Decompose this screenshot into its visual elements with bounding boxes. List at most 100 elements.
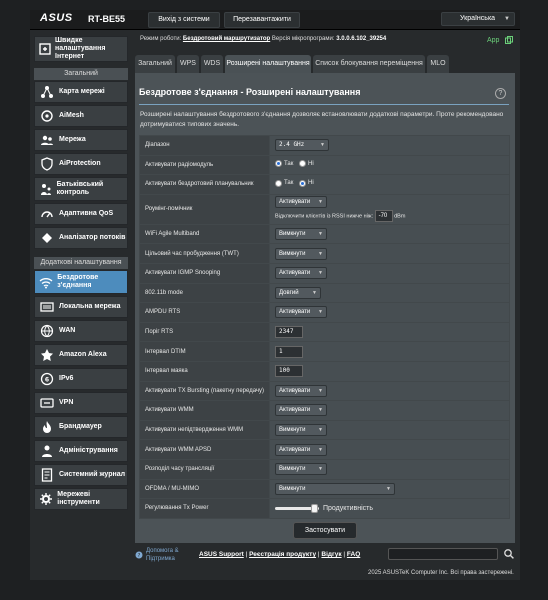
footer-link-faq[interactable]: FAQ [347, 551, 360, 558]
sidebar-item-label: Адаптивна QoS [59, 210, 114, 217]
ampdu-value: Активувати [279, 309, 311, 316]
reboot-button[interactable]: Перезавантажити [224, 12, 300, 28]
tab-roaming-block-list[interactable]: Список блокування переміщення [313, 55, 425, 73]
sidebar-item-aiprotection[interactable]: AiProtection [34, 153, 128, 175]
scheduler-yes-option[interactable]: Так [275, 179, 294, 187]
aimesh-icon [38, 107, 56, 125]
airtime-label: Розподіл часу трансляції [139, 458, 270, 480]
scheduler-no-option[interactable]: Ні [299, 179, 314, 187]
sidebar-item-label: VPN [59, 399, 74, 406]
app-link[interactable]: App [487, 36, 514, 44]
sidebar-item-firewall[interactable]: Брандмауер [34, 416, 128, 438]
sidebar-item-quick-setup[interactable]: Швидке налаштування Інтернет [34, 36, 128, 62]
multiband-select[interactable]: Вимкнути ▼ [275, 228, 327, 241]
sidebar-item-network-map[interactable]: Карта мережі [34, 81, 128, 103]
radio-no-button[interactable] [299, 160, 307, 168]
footer-search-input[interactable] [388, 548, 498, 560]
igmp-value: Активувати [279, 270, 311, 277]
sidebar-item-network-tools[interactable]: Мережеві інструменти [34, 488, 128, 510]
scheduler-no-button[interactable] [299, 179, 307, 187]
sidebar-item-label: Адміністрування [59, 447, 118, 454]
sidebar-item-network[interactable]: Мережа [34, 129, 128, 151]
tab-general[interactable]: Загальний [135, 55, 175, 73]
footer-link-asus-support[interactable]: ASUS Support [199, 551, 244, 558]
tab-mlo[interactable]: MLO [427, 55, 449, 73]
model-name: RT-BE55 [88, 14, 126, 24]
sidebar-item-vpn[interactable]: VPN [34, 392, 128, 414]
search-icon[interactable] [503, 548, 515, 560]
igmp-select[interactable]: Активувати ▼ [275, 267, 327, 280]
setting-row-wmm-apsd: Активувати WMM APSD Активувати ▼ [139, 439, 510, 460]
setting-row-band: Діапазон 2.4 GHz ▼ [139, 135, 510, 156]
radio-label: Активувати радіомодуль [139, 154, 270, 176]
sidebar-item-aimesh[interactable]: AiMesh [34, 105, 128, 127]
txpower-slider[interactable] [275, 503, 319, 513]
radio-yes-button[interactable] [275, 160, 282, 168]
ofdma-select[interactable]: Вимкнути ▼ [275, 482, 395, 495]
firewall-icon [38, 418, 56, 436]
tx-burst-value: Активувати [279, 387, 311, 394]
apply-button[interactable]: Застосувати [293, 522, 357, 539]
sidebar-item-lan[interactable]: Локальна мережа [34, 296, 128, 318]
language-select[interactable]: Українська ▼ [441, 12, 515, 26]
ampdu-label: AMPDU RTS [139, 302, 270, 323]
radio-yes-label: Так [284, 160, 294, 167]
setting-row-scheduler: Активувати бездротовий планувальник Так … [139, 174, 510, 195]
mode-link[interactable]: Бездротовий маршрутизатор [183, 36, 270, 42]
wmm-noack-select[interactable]: Вимкнути ▼ [275, 424, 327, 437]
tab-wds[interactable]: WDS [201, 55, 223, 73]
setting-row-txpower: Регулювання Tx Power Продуктивність [139, 498, 510, 519]
alexa-icon [38, 346, 56, 364]
setting-row-twt: Цільовий час пробудження (TWT) Вимкнути ▼ [139, 243, 510, 264]
b-mode-select[interactable]: Довгий ▼ [275, 286, 321, 299]
sidebar-item-amazon-alexa[interactable]: Amazon Alexa [34, 344, 128, 366]
sidebar-item-parental-control[interactable]: Батьківський контроль [34, 177, 128, 201]
tx-burst-select[interactable]: Активувати ▼ [275, 384, 327, 397]
txpower-slider-handle[interactable] [311, 503, 319, 513]
dtim-input[interactable]: 1 [275, 345, 303, 358]
sidebar-item-label: Брандмауер [59, 423, 102, 430]
multiband-value: Вимкнути [279, 231, 306, 238]
beacon-input[interactable]: 100 [275, 365, 303, 378]
scheduler-yes-button[interactable] [275, 179, 282, 187]
scheduler-yes-label: Так [284, 180, 294, 187]
sidebar-item-ipv6[interactable]: 6 IPv6 [34, 368, 128, 390]
help-icon[interactable]: ? [495, 88, 506, 99]
tab-wps[interactable]: WPS [177, 55, 199, 73]
sidebar-item-system-log[interactable]: Системний журнал [34, 464, 128, 486]
footer-link-feedback[interactable]: Відгук [321, 551, 341, 558]
sidebar-item-wan[interactable]: WAN [34, 320, 128, 342]
tab-advanced-settings[interactable]: Розширені налаштування [225, 55, 311, 73]
rts-input[interactable]: 2347 [275, 326, 303, 339]
roaming-select[interactable]: Активувати ▼ [275, 196, 327, 209]
network-tools-icon [38, 490, 54, 508]
chevron-down-icon: ▼ [318, 407, 323, 414]
sidebar-item-adaptive-qos[interactable]: Адаптивна QoS [34, 203, 128, 225]
aiprotection-icon [38, 155, 56, 173]
sidebar-item-administration[interactable]: Адміністрування [34, 440, 128, 462]
setting-row-wmm: Активувати WMM Активувати ▼ [139, 400, 510, 421]
firmware-version-link[interactable]: 3.0.0.6.102_39254 [336, 36, 386, 42]
sidebar-item-wireless[interactable]: Бездротове з'єднання [34, 270, 128, 294]
chevron-down-icon: ▼ [318, 270, 323, 277]
twt-select[interactable]: Вимкнути ▼ [275, 247, 327, 260]
radio-yes-option[interactable]: Так [275, 160, 294, 168]
airtime-select[interactable]: Вимкнути ▼ [275, 463, 327, 476]
ampdu-select[interactable]: Активувати ▼ [275, 306, 327, 319]
title-divider [139, 104, 509, 105]
footer-link-product-registration[interactable]: Реєстрація продукту [249, 551, 316, 558]
band-select[interactable]: 2.4 GHz ▼ [275, 139, 329, 152]
rssi-input[interactable]: -70 [374, 210, 393, 223]
help-support-link[interactable]: ? Допомога & Підтримка [135, 547, 196, 563]
asus-logo: ASUS [40, 12, 73, 24]
guest-network-icon [38, 131, 56, 149]
radio-no-option[interactable]: Ні [299, 160, 314, 168]
sidebar-item-traffic-analyzer[interactable]: Аналізатор потоків [34, 227, 128, 249]
setting-row-multiband: WiFi Agile Multiband Вимкнути ▼ [139, 223, 510, 245]
logout-button[interactable]: Вихід з системи [148, 12, 220, 28]
wmm-apsd-select[interactable]: Активувати ▼ [275, 443, 327, 456]
wmm-noack-label: Активувати непідтвердження WMM [139, 419, 270, 441]
band-label: Діапазон [139, 135, 270, 156]
wmm-select[interactable]: Активувати ▼ [275, 404, 327, 417]
firmware-label: Версія мікропрограми: [271, 36, 335, 42]
